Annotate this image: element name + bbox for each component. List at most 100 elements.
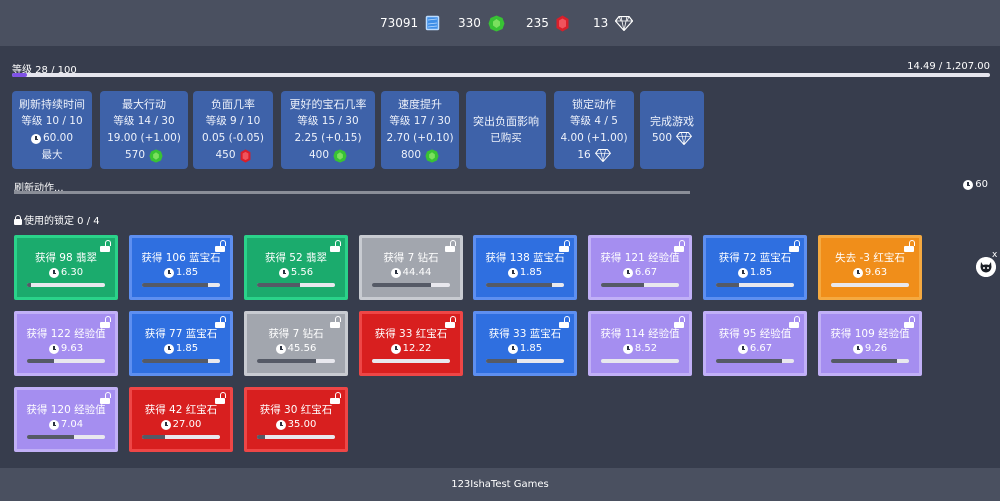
action-progress-bar — [716, 359, 794, 363]
upgrade-lock-actions[interactable]: 锁定动作 等级 4 / 5 4.00 (+1.00) 16 — [554, 91, 634, 169]
action-tile[interactable]: 获得 7 钻石 45.56 — [244, 311, 348, 376]
upgrade-cost: 最大 — [41, 149, 63, 161]
upgrade-title: 负面几率 — [211, 98, 255, 111]
action-time: 27.00 — [132, 419, 230, 430]
github-cat-icon[interactable] — [976, 257, 996, 277]
action-progress-fill — [601, 283, 644, 287]
action-time-value: 8.52 — [634, 343, 658, 354]
upgrade-value: 4.00 (+1.00) — [560, 132, 628, 144]
action-progress-bar — [372, 359, 450, 363]
action-tile[interactable]: 获得 7 钻石 44.44 — [359, 235, 463, 300]
action-time: 35.00 — [247, 419, 345, 430]
action-progress-bar — [257, 359, 335, 363]
green-gem-icon — [333, 148, 347, 163]
diamond-count: 13 — [593, 16, 609, 30]
action-label: 获得 121 经验值 — [600, 252, 680, 264]
upgrade-value: 19.00 (+1.00) — [107, 132, 181, 144]
clock-icon — [278, 267, 289, 278]
action-label: 获得 95 经验值 — [718, 328, 792, 340]
action-tile[interactable]: 获得 33 红宝石 12.22 — [359, 311, 463, 376]
lock-icon — [14, 214, 22, 225]
action-label: 获得 109 经验值 — [830, 328, 910, 340]
action-time-value: 6.67 — [634, 267, 658, 278]
action-time-value: 1.85 — [175, 267, 199, 278]
action-progress-bar — [486, 283, 564, 287]
upgrade-max-actions[interactable]: 最大行动 等级 14 / 30 19.00 (+1.00) 570 — [100, 91, 188, 169]
footer-text: 123IshaTest Games — [451, 479, 549, 490]
action-label: 获得 42 红宝石 — [144, 404, 218, 416]
diamond-icon — [594, 149, 611, 162]
action-tile[interactable]: 获得 95 经验值 6.67 — [703, 311, 807, 376]
green-gem-icon — [425, 148, 439, 163]
upgrade-level: 等级 14 / 30 — [113, 115, 175, 127]
refresh-time-value: 60 — [975, 179, 988, 190]
action-label: 获得 106 蓝宝石 — [141, 252, 221, 264]
clock-icon — [390, 343, 401, 354]
action-time: 9.26 — [821, 343, 919, 354]
upgrade-finish-game[interactable]: 完成游戏 500 — [640, 91, 704, 169]
action-time: 7.04 — [17, 419, 115, 430]
upgrade-highlight-negative[interactable]: 突出负面影响 已购买 — [466, 91, 546, 169]
action-time-value: 1.85 — [519, 267, 543, 278]
action-time: 1.85 — [706, 267, 804, 278]
action-tile[interactable]: 获得 72 蓝宝石 1.85 — [703, 235, 807, 300]
upgrade-speed-boost[interactable]: 速度提升 等级 17 / 30 2.70 (+0.10) 800 — [381, 91, 459, 169]
action-tile[interactable]: 获得 120 经验值 7.04 — [14, 387, 118, 452]
upgrade-value: 0.05 (-0.05) — [201, 132, 265, 144]
action-progress-fill — [27, 435, 74, 439]
action-progress-fill — [142, 359, 209, 363]
action-progress-bar — [142, 435, 220, 439]
action-progress-fill — [27, 359, 55, 363]
side-close-button[interactable]: x — [992, 250, 997, 260]
action-tile[interactable]: 失去 -3 红宝石 9.63 — [818, 235, 922, 300]
action-time-value: 27.00 — [172, 419, 202, 430]
action-tile[interactable]: 获得 42 红宝石 27.00 — [129, 387, 233, 452]
action-tile[interactable]: 获得 52 翡翠 5.56 — [244, 235, 348, 300]
action-time-value: 9.63 — [864, 267, 888, 278]
red-gem-icon — [240, 148, 250, 163]
action-label: 获得 7 钻石 — [268, 328, 324, 340]
action-progress-fill — [486, 359, 518, 363]
action-tile[interactable]: 获得 30 红宝石 35.00 — [244, 387, 348, 452]
action-tile[interactable]: 获得 106 蓝宝石 1.85 — [129, 235, 233, 300]
upgrade-refresh-duration[interactable]: 刷新持续时间 等级 10 / 10 60.00 最大 — [12, 91, 92, 169]
action-progress-bar — [27, 435, 105, 439]
action-progress-bar — [27, 283, 105, 287]
action-progress-fill — [257, 359, 316, 363]
action-time-value: 12.22 — [402, 343, 432, 354]
upgrade-level: 等级 9 / 10 — [205, 115, 261, 127]
action-progress-bar — [831, 359, 909, 363]
upgrade-title: 突出负面影响 — [473, 115, 539, 128]
upgrade-value: 60.00 — [42, 132, 74, 144]
action-time: 5.56 — [247, 267, 345, 278]
action-progress-fill — [486, 283, 553, 287]
action-progress-fill — [716, 359, 783, 363]
clock-icon — [963, 179, 974, 190]
action-progress-fill — [257, 283, 300, 287]
clock-icon — [622, 343, 633, 354]
upgrade-better-gem-chance[interactable]: 更好的宝石几率 等级 15 / 30 2.25 (+0.15) 400 — [281, 91, 375, 169]
diamond-icon — [676, 132, 693, 145]
action-time-value: 45.56 — [287, 343, 317, 354]
upgrade-title: 完成游戏 — [650, 115, 694, 128]
action-tile[interactable]: 获得 122 经验值 9.63 — [14, 311, 118, 376]
locks-used-label: 使用的锁定 0 / 4 — [24, 216, 100, 227]
upgrade-negative-chance[interactable]: 负面几率 等级 9 / 10 0.05 (-0.05) 450 — [193, 91, 273, 169]
action-tile[interactable]: 获得 121 经验值 6.67 — [588, 235, 692, 300]
action-tile[interactable]: 获得 33 蓝宝石 1.85 — [473, 311, 577, 376]
action-time-value: 9.63 — [60, 343, 84, 354]
action-tile[interactable]: 获得 98 翡翠 6.30 — [14, 235, 118, 300]
clock-icon — [390, 267, 401, 278]
resource-ruby: 235 — [526, 14, 569, 32]
action-time-value: 9.26 — [864, 343, 888, 354]
upgrade-cost: 800 — [400, 149, 422, 161]
action-tile[interactable]: 获得 138 蓝宝石 1.85 — [473, 235, 577, 300]
action-label: 获得 30 红宝石 — [259, 404, 333, 416]
action-tile[interactable]: 获得 77 蓝宝石 1.85 — [129, 311, 233, 376]
action-progress-bar — [372, 283, 450, 287]
action-progress-bar — [831, 283, 909, 287]
clock-icon — [160, 419, 171, 430]
action-tile[interactable]: 获得 109 经验值 9.26 — [818, 311, 922, 376]
action-tile[interactable]: 获得 114 经验值 8.52 — [588, 311, 692, 376]
action-time-value: 6.30 — [60, 267, 84, 278]
